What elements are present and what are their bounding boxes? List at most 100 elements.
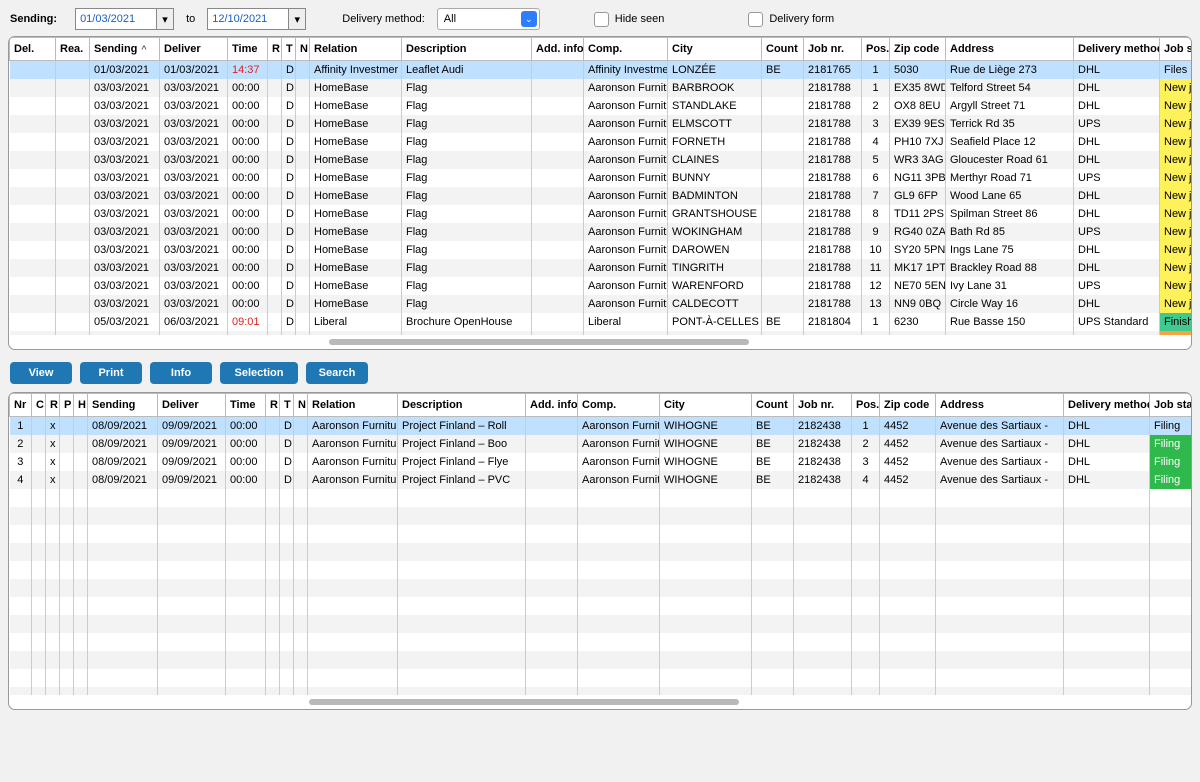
column-header[interactable]: Description: [398, 394, 526, 417]
column-header[interactable]: N: [296, 38, 310, 61]
table-row[interactable]: 03/03/202103/03/2021 00:00 D HomeBaseFla…: [10, 133, 1192, 151]
table-row[interactable]: 03/03/202103/03/2021 00:00 D HomeBaseFla…: [10, 151, 1192, 169]
column-header[interactable]: Comp.: [578, 394, 660, 417]
delivery-form-checkbox[interactable]: Delivery form: [748, 12, 834, 27]
column-header[interactable]: City: [660, 394, 752, 417]
view-button[interactable]: View: [10, 362, 72, 384]
column-header[interactable]: Rea.: [56, 38, 90, 61]
column-header[interactable]: Del.: [10, 38, 56, 61]
column-header[interactable]: T: [280, 394, 294, 417]
table-row[interactable]: [10, 651, 1192, 669]
delivery-method-select[interactable]: All ⌄: [437, 8, 540, 30]
column-header[interactable]: H: [74, 394, 88, 417]
delivery-method-value: All: [444, 13, 456, 25]
checkbox-icon[interactable]: [594, 12, 609, 27]
column-header[interactable]: Job nr.: [804, 38, 862, 61]
sending-grid[interactable]: Del.Rea.Sending^DeliverTimeRTNRelationDe…: [9, 37, 1191, 335]
column-header[interactable]: Zip code: [890, 38, 946, 61]
column-header[interactable]: Pos.: [852, 394, 880, 417]
table-row[interactable]: [10, 579, 1192, 597]
column-header[interactable]: Time: [228, 38, 268, 61]
column-header[interactable]: Description: [402, 38, 532, 61]
horizontal-scrollbar[interactable]: [9, 695, 1191, 710]
checkbox-icon[interactable]: [748, 12, 763, 27]
selection-button[interactable]: Selection: [220, 362, 298, 384]
column-header[interactable]: R: [266, 394, 280, 417]
scroll-thumb[interactable]: [309, 699, 739, 705]
column-header[interactable]: Job nr.: [794, 394, 852, 417]
table-row[interactable]: [10, 633, 1192, 651]
table-row[interactable]: [10, 615, 1192, 633]
column-header[interactable]: Count: [762, 38, 804, 61]
table-row[interactable]: [10, 543, 1192, 561]
table-row[interactable]: 4x 08/09/202109/09/202100:00 D Aaronson …: [10, 471, 1192, 489]
column-header[interactable]: Address: [946, 38, 1074, 61]
column-header[interactable]: Job status: [1150, 394, 1192, 417]
column-header[interactable]: C: [32, 394, 46, 417]
column-header[interactable]: R: [268, 38, 282, 61]
table-row[interactable]: [10, 669, 1192, 687]
column-header[interactable]: Relation: [310, 38, 402, 61]
table-row[interactable]: 03/03/202103/03/2021 00:00 D HomeBaseFla…: [10, 115, 1192, 133]
table-row[interactable]: 03/03/202103/03/2021 00:00 D HomeBaseFla…: [10, 241, 1192, 259]
column-header[interactable]: N: [294, 394, 308, 417]
column-header[interactable]: R: [46, 394, 60, 417]
column-header[interactable]: Delivery method: [1064, 394, 1150, 417]
table-row[interactable]: 03/03/202103/03/2021 00:00 D HomeBaseFla…: [10, 205, 1192, 223]
column-header[interactable]: Zip code: [880, 394, 936, 417]
chevron-down-icon[interactable]: ▾: [288, 9, 305, 29]
table-row[interactable]: [10, 561, 1192, 579]
chevron-down-icon[interactable]: ▾: [156, 9, 173, 29]
chevron-down-icon[interactable]: ⌄: [521, 11, 537, 27]
column-header[interactable]: T: [282, 38, 296, 61]
table-row[interactable]: 03/03/202103/03/2021 00:00 D HomeBaseFla…: [10, 295, 1192, 313]
column-header[interactable]: Add. info: [526, 394, 578, 417]
search-button[interactable]: Search: [306, 362, 368, 384]
table-row[interactable]: 03/03/202103/03/2021 00:00 D HomeBaseFla…: [10, 259, 1192, 277]
column-header[interactable]: Time: [226, 394, 266, 417]
print-button[interactable]: Print: [80, 362, 142, 384]
column-header[interactable]: Nr: [10, 394, 32, 417]
table-row[interactable]: 03/03/202103/03/2021 00:00 D HomeBaseFla…: [10, 277, 1192, 295]
table-row[interactable]: [10, 507, 1192, 525]
table-row[interactable]: 3x 08/09/202109/09/202100:00 D Aaronson …: [10, 453, 1192, 471]
column-header[interactable]: Sending: [88, 394, 158, 417]
column-header[interactable]: Comp.: [584, 38, 668, 61]
table-row[interactable]: [10, 597, 1192, 615]
date-from-input[interactable]: [76, 9, 156, 29]
horizontal-scrollbar[interactable]: [9, 335, 1191, 350]
hide-seen-checkbox[interactable]: Hide seen: [594, 12, 665, 27]
table-row[interactable]: [10, 525, 1192, 543]
table-row[interactable]: 11/03/202111/03/2021 09:00 D HomeBaseBan…: [10, 331, 1192, 335]
table-row[interactable]: 05/03/202106/03/2021 09:01 D LiberalBroc…: [10, 313, 1192, 331]
column-header[interactable]: Address: [936, 394, 1064, 417]
column-header[interactable]: Pos.: [862, 38, 890, 61]
column-header[interactable]: Count: [752, 394, 794, 417]
table-row[interactable]: 03/03/202103/03/2021 00:00 D HomeBaseFla…: [10, 187, 1192, 205]
column-header[interactable]: Deliver: [160, 38, 228, 61]
date-to-input[interactable]: [208, 9, 288, 29]
column-header[interactable]: Add. info: [532, 38, 584, 61]
column-header[interactable]: Relation: [308, 394, 398, 417]
column-header[interactable]: City: [668, 38, 762, 61]
date-to-combo[interactable]: ▾: [207, 8, 306, 30]
info-button[interactable]: Info: [150, 362, 212, 384]
table-row[interactable]: 03/03/202103/03/2021 00:00 D HomeBaseFla…: [10, 169, 1192, 187]
column-header[interactable]: P: [60, 394, 74, 417]
action-bar: View Print Info Selection Search: [0, 356, 1200, 392]
table-row[interactable]: 2x 08/09/202109/09/202100:00 D Aaronson …: [10, 435, 1192, 453]
table-row[interactable]: 03/03/202103/03/2021 00:00 D HomeBaseFla…: [10, 79, 1192, 97]
scroll-thumb[interactable]: [329, 339, 749, 345]
table-row[interactable]: 03/03/202103/03/2021 00:00 D HomeBaseFla…: [10, 223, 1192, 241]
table-row[interactable]: 01/03/202101/03/2021 14:37 D Affinity In…: [10, 61, 1192, 80]
column-header[interactable]: Delivery method: [1074, 38, 1160, 61]
table-row[interactable]: [10, 489, 1192, 507]
column-header[interactable]: Job status: [1160, 38, 1192, 61]
column-header[interactable]: Sending^: [90, 38, 160, 61]
column-header[interactable]: Deliver: [158, 394, 226, 417]
table-row[interactable]: [10, 687, 1192, 695]
table-row[interactable]: 03/03/202103/03/2021 00:00 D HomeBaseFla…: [10, 97, 1192, 115]
table-row[interactable]: 1x 08/09/202109/09/202100:00 D Aaronson …: [10, 417, 1192, 436]
detail-grid[interactable]: NrCRPHSendingDeliverTimeRTNRelationDescr…: [9, 393, 1191, 695]
date-from-combo[interactable]: ▾: [75, 8, 174, 30]
